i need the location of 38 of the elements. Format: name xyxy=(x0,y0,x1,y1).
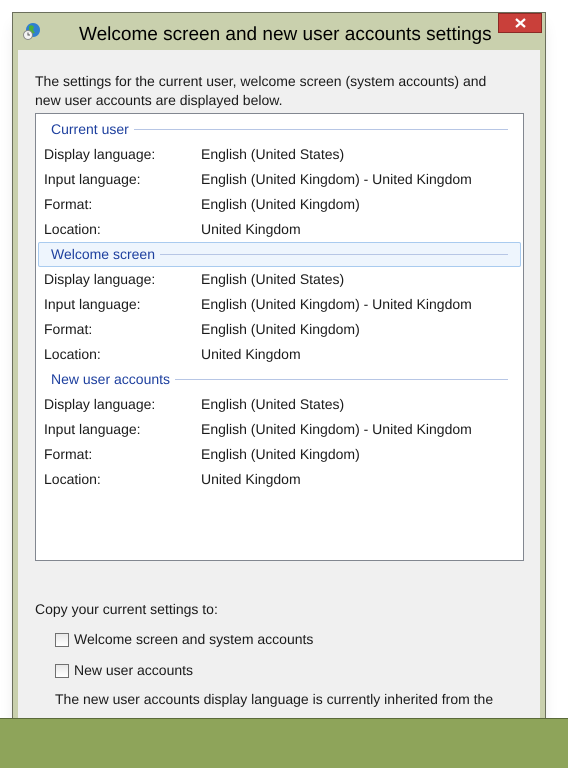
setting-label: Location: xyxy=(44,220,102,239)
setting-value: United Kingdom xyxy=(201,220,301,239)
checkbox[interactable] xyxy=(55,664,69,678)
setting-label: Location: xyxy=(44,470,102,489)
setting-value: United Kingdom xyxy=(201,345,301,364)
setting-label: Format: xyxy=(44,445,94,464)
setting-label: Format: xyxy=(44,320,94,339)
setting-label: Input language: xyxy=(44,295,142,314)
setting-label: Input language: xyxy=(44,170,142,189)
setting-label: Format: xyxy=(44,195,94,214)
setting-label: Location: xyxy=(44,345,102,364)
close-icon xyxy=(514,18,526,28)
intro-text: The settings for the current user, welcome screen (system accounts) and new user accounts are displayed below. xyxy=(35,72,488,110)
checkbox-label[interactable]: New user accounts xyxy=(74,660,194,681)
globe-clock-icon xyxy=(23,22,41,40)
setting-label: Input language: xyxy=(44,420,142,439)
setting-label: Display language: xyxy=(44,145,156,164)
copy-label: Copy your current settings to: xyxy=(35,600,219,619)
setting-value: English (United Kingdom) xyxy=(201,195,360,214)
checkbox-label[interactable]: Welcome screen and system accounts xyxy=(74,629,314,650)
setting-value: English (United Kingdom) - United Kingdom xyxy=(201,295,472,314)
setting-value: English (United States) xyxy=(201,145,344,164)
checkbox[interactable] xyxy=(55,632,69,646)
close-button[interactable] xyxy=(498,13,542,33)
setting-value: English (United States) xyxy=(201,270,344,289)
window-title: Welcome screen and new user accounts settings xyxy=(79,23,492,47)
setting-value: English (United Kingdom) - United Kingdom xyxy=(201,420,472,439)
group-header[interactable]: Welcome screen xyxy=(38,242,521,267)
setting-label: Display language: xyxy=(44,270,156,289)
setting-value: English (United Kingdom) - United Kingdom xyxy=(201,170,472,189)
setting-value: English (United Kingdom) xyxy=(201,445,360,464)
setting-value: English (United States) xyxy=(201,395,344,414)
group-header[interactable]: New user accounts xyxy=(38,367,521,392)
setting-value: English (United Kingdom) xyxy=(201,320,360,339)
setting-value: United Kingdom xyxy=(201,470,301,489)
note-text: The new user accounts display language is currently inherited from the xyxy=(55,690,494,709)
setting-label: Display language: xyxy=(44,395,156,414)
group-header[interactable]: Current user xyxy=(38,117,521,142)
